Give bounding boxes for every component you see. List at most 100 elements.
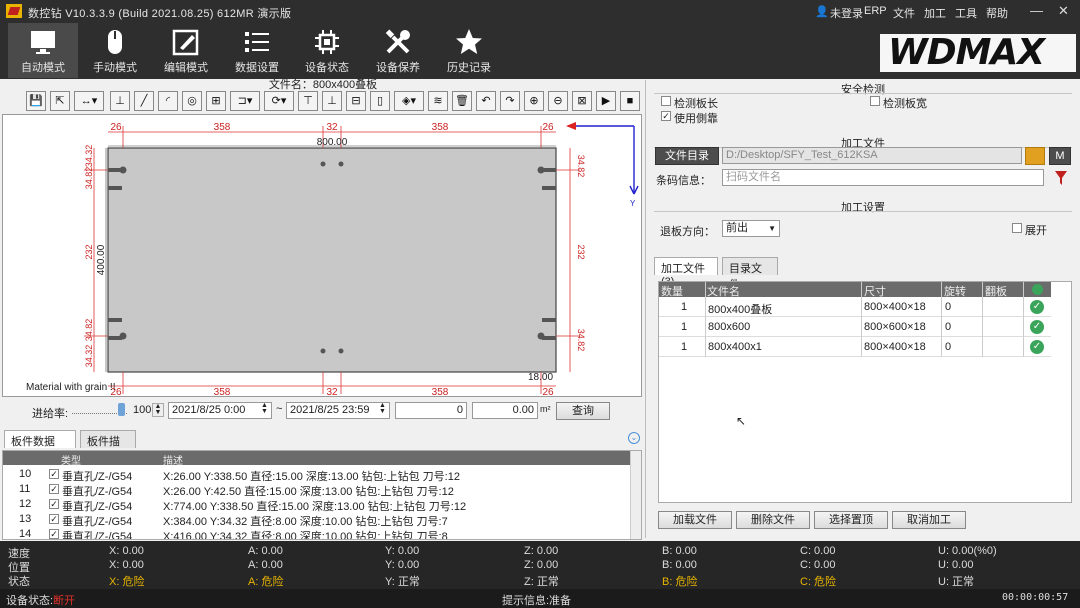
align-bottom-icon[interactable]: ⊥ xyxy=(322,91,342,111)
stop-icon[interactable]: ■ xyxy=(620,91,640,111)
file-row[interactable]: 1 800x600 800×600×18 0 ✓ xyxy=(659,317,1051,337)
play-icon[interactable]: ▶ xyxy=(596,91,616,111)
data-settings-button[interactable]: 数据设置 xyxy=(222,23,292,78)
area-field[interactable]: 0.00 xyxy=(472,402,538,419)
dim-top-3: 32 xyxy=(326,122,338,133)
align-middle-icon[interactable]: ⊟ xyxy=(346,91,366,111)
close-button[interactable]: ✕ xyxy=(1058,3,1069,19)
file-directory-button[interactable]: 文件目录 xyxy=(655,147,719,165)
table-row[interactable]: 12 ✓ 垂直孔/Z-/G54 X:774.00 Y:338.50 直径:15.… xyxy=(3,497,631,513)
maintenance-label: 设备保养 xyxy=(376,62,420,74)
grain-note: Material with grain !! xyxy=(26,382,115,393)
circle-icon[interactable]: ◎ xyxy=(182,91,202,111)
hint-message: 提示信息:准备 xyxy=(502,595,572,607)
mode-auto-button[interactable]: 自动模式 xyxy=(8,23,78,78)
check-board-width[interactable] xyxy=(870,96,880,106)
layer-icon[interactable]: ◈▾ xyxy=(394,91,424,111)
menu-process[interactable]: 加工 xyxy=(924,5,946,21)
menu-help[interactable]: 帮助 xyxy=(986,5,1008,21)
line-icon[interactable]: ╱ xyxy=(134,91,154,111)
row-checkbox[interactable]: ✓ xyxy=(49,529,59,539)
query-button[interactable]: 查询 xyxy=(556,402,610,420)
row-checkbox[interactable]: ✓ xyxy=(49,499,59,509)
row-checkbox[interactable]: ✓ xyxy=(49,469,59,479)
undo-icon[interactable]: ↶ xyxy=(476,91,496,111)
table-row[interactable]: 14 ✓ 垂直孔/Z-/G54 X:416.00 Y:34.32 直径:8.00… xyxy=(3,527,631,539)
tab-board-data[interactable]: 板件数据(16) xyxy=(4,430,76,461)
table-row[interactable]: 13 ✓ 垂直孔/Z-/G54 X:384.00 Y:34.32 直径:8.00… xyxy=(3,512,631,528)
load-file-button[interactable]: 加载文件 xyxy=(658,511,732,529)
axis-y-label: Y xyxy=(630,199,636,208)
status-danger: A: 危险 xyxy=(248,576,284,588)
align-side-icon[interactable]: ▯ xyxy=(370,91,390,111)
tab-process-files[interactable]: 加工文件(3) xyxy=(654,257,718,288)
delete-file-button[interactable]: 删除文件 xyxy=(736,511,810,529)
menu-erp[interactable]: ERP xyxy=(864,5,887,17)
row-checkbox[interactable]: ✓ xyxy=(49,514,59,524)
check-ok-icon[interactable]: ✓ xyxy=(1030,320,1044,334)
count-field[interactable]: 0 xyxy=(395,402,467,419)
date-to-spinner[interactable]: ▲ ▼ xyxy=(379,402,386,415)
mode-manual-button[interactable]: 手动模式 xyxy=(80,23,150,78)
expand-checkbox[interactable] xyxy=(1012,223,1022,233)
date-from-input[interactable]: 2021/8/25 0:00 xyxy=(168,402,272,419)
arc-icon[interactable]: ◜ xyxy=(158,91,178,111)
table-row[interactable]: 10 ✓ 垂直孔/Z-/G54 X:26.00 Y:338.50 直径:15.0… xyxy=(3,467,631,483)
left-dim-5: 34.32 xyxy=(84,345,94,368)
minimize-button[interactable]: — xyxy=(1030,3,1043,18)
date-to-input[interactable]: 2021/8/25 23:59 xyxy=(286,402,390,419)
mode-edit-button[interactable]: 编辑模式 xyxy=(151,23,221,78)
file-row[interactable]: 1 800x400x1 800×400×18 0 ✓ xyxy=(659,337,1051,357)
user-icon[interactable]: 👤 xyxy=(815,5,829,18)
row-no: 10 xyxy=(19,468,32,480)
m-button[interactable]: M xyxy=(1049,147,1071,165)
export-icon[interactable]: ⇱ xyxy=(50,91,70,111)
menu-file[interactable]: 文件 xyxy=(893,5,915,21)
barcode-input[interactable]: 扫码文件名 xyxy=(722,169,1044,186)
check-ok-icon[interactable]: ✓ xyxy=(1030,300,1044,314)
menu-tools[interactable]: 工具 xyxy=(955,5,977,21)
window-title: 数控钻 V10.3.3.9 (Build 2021.08.25) 612MR 演… xyxy=(28,8,292,20)
pin-top-button[interactable]: 选择置顶 xyxy=(814,511,888,529)
slot-icon[interactable]: ⊐▾ xyxy=(230,91,260,111)
directory-path-field[interactable]: D:/Desktop/SFY_Test_612KSA xyxy=(722,147,1022,164)
date-from-spinner[interactable]: ▲ ▼ xyxy=(261,402,268,415)
delete-icon[interactable]: 🗑 xyxy=(452,91,472,111)
fit-icon[interactable]: ⊠ xyxy=(572,91,592,111)
align-top-icon[interactable]: ⊤ xyxy=(298,91,318,111)
row-checkbox[interactable]: ✓ xyxy=(49,484,59,494)
feed-slider-handle[interactable] xyxy=(118,403,125,416)
folder-icon[interactable] xyxy=(1025,147,1045,165)
history-button[interactable]: 历史记录 xyxy=(434,23,504,78)
tab-directory-files[interactable]: 目录文件 xyxy=(722,257,778,291)
status-danger: C: 危险 xyxy=(800,576,837,588)
grid-scrollbar[interactable] xyxy=(630,451,641,539)
zoom-in-icon[interactable]: ⊕ xyxy=(524,91,544,111)
check-ok-icon[interactable]: ✓ xyxy=(1030,340,1044,354)
retreat-direction-select[interactable]: 前出 ▼ xyxy=(722,220,780,237)
redo-icon[interactable]: ↷ xyxy=(500,91,520,111)
collapse-icon[interactable]: ⌄ xyxy=(628,432,640,444)
check-board-length[interactable] xyxy=(661,96,671,106)
board-data-grid: 类型 描述 10 ✓ 垂直孔/Z-/G54 X:26.00 Y:338.50 直… xyxy=(2,450,642,540)
check-side-stop[interactable]: ✓ xyxy=(661,111,671,121)
measure-icon[interactable]: ↔▾ xyxy=(74,91,104,111)
maintenance-button[interactable]: 设备保养 xyxy=(363,23,433,78)
tab-board-desc[interactable]: 板件描述 xyxy=(80,430,136,464)
file-row[interactable]: 1 800x400叠板 800×400×18 0 ✓ xyxy=(659,297,1051,317)
axis-status-panel: 速度 X: 0.00 A: 0.00 Y: 0.00 Z: 0.00 B: 0.… xyxy=(0,541,1080,589)
header-status-icon[interactable] xyxy=(1032,284,1043,295)
rotate-icon[interactable]: ⟳▾ xyxy=(264,91,294,111)
table-row[interactable]: 11 ✓ 垂直孔/Z-/G54 X:26.00 Y:42.50 直径:15.00… xyxy=(3,482,631,498)
tool-drill-icon[interactable]: ⊥ xyxy=(110,91,130,111)
stack-icon[interactable]: ≋ xyxy=(428,91,448,111)
add-hole-icon[interactable]: ⊞ xyxy=(206,91,226,111)
filter-icon[interactable] xyxy=(1054,170,1068,186)
menu-login[interactable]: 未登录 xyxy=(830,5,863,21)
barcode-label: 条码信息： xyxy=(656,175,711,187)
save-icon[interactable]: 💾 xyxy=(26,91,46,111)
cancel-process-button[interactable]: 取消加工 xyxy=(892,511,966,529)
device-status-button[interactable]: 设备状态 xyxy=(292,23,362,78)
feed-spinner[interactable]: ▲ ▼ xyxy=(152,403,164,417)
zoom-out-icon[interactable]: ⊖ xyxy=(548,91,568,111)
